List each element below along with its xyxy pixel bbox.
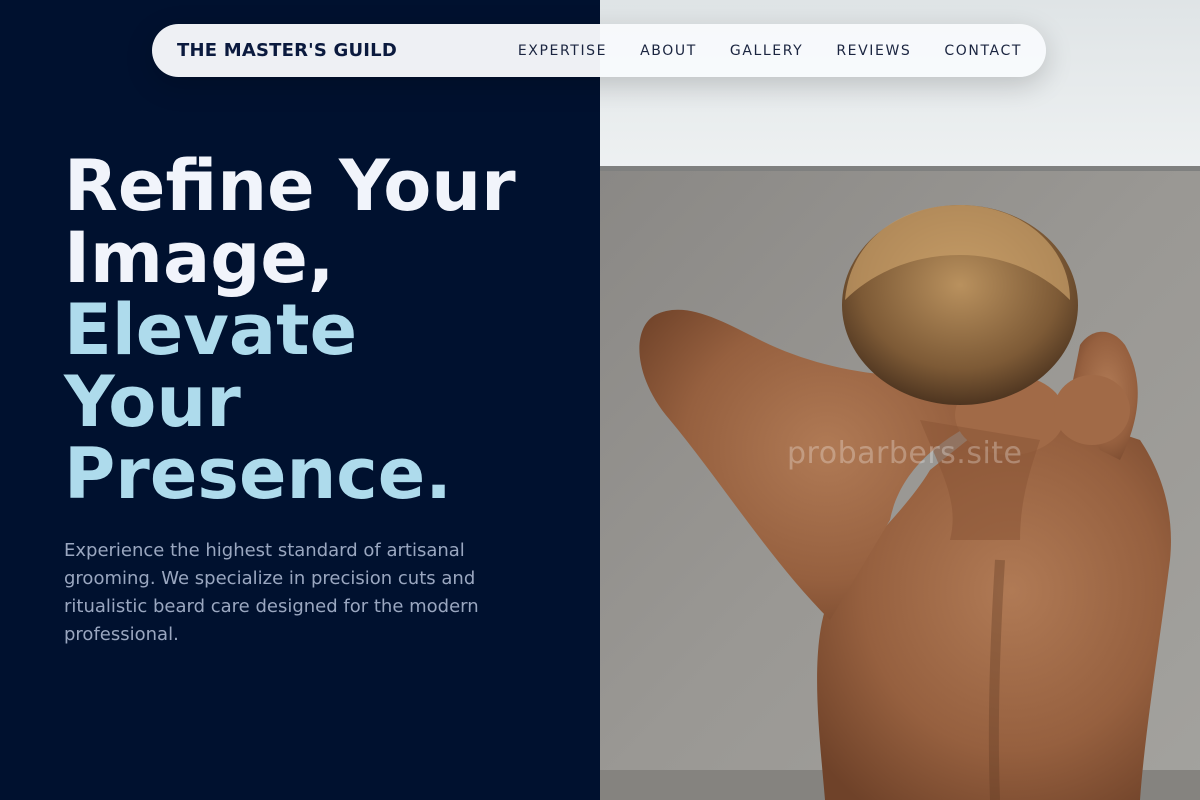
nav-link-expertise[interactable]: EXPERTISE bbox=[518, 43, 607, 59]
nav-link-gallery[interactable]: GALLERY bbox=[730, 43, 803, 59]
hero-title-line: Image, bbox=[64, 217, 335, 299]
hero-title-accent-line: Presence. bbox=[64, 433, 452, 515]
hero-description: Experience the highest standard of artis… bbox=[64, 540, 479, 645]
hero-title: Refine Your Image, Elevate Your Presence… bbox=[64, 150, 516, 510]
hero-title-accent-line: Elevate bbox=[64, 289, 358, 371]
nav-links: EXPERTISE ABOUT GALLERY REVIEWS CONTACT bbox=[485, 43, 1022, 59]
hero-photo bbox=[600, 0, 1200, 800]
nav-link-about[interactable]: ABOUT bbox=[640, 43, 697, 59]
brand-logo[interactable]: THE MASTER'S GUILD bbox=[177, 40, 397, 61]
top-navbar: THE MASTER'S GUILD EXPERTISE ABOUT GALLE… bbox=[152, 24, 1046, 77]
hero-photo-illustration bbox=[600, 0, 1200, 800]
nav-link-reviews[interactable]: REVIEWS bbox=[836, 43, 911, 59]
watermark: probarbers.site bbox=[787, 436, 1023, 471]
hero-title-accent-line: Your bbox=[64, 361, 241, 443]
nav-link-contact[interactable]: CONTACT bbox=[944, 43, 1022, 59]
hero-title-line: Refine Your bbox=[64, 145, 516, 227]
